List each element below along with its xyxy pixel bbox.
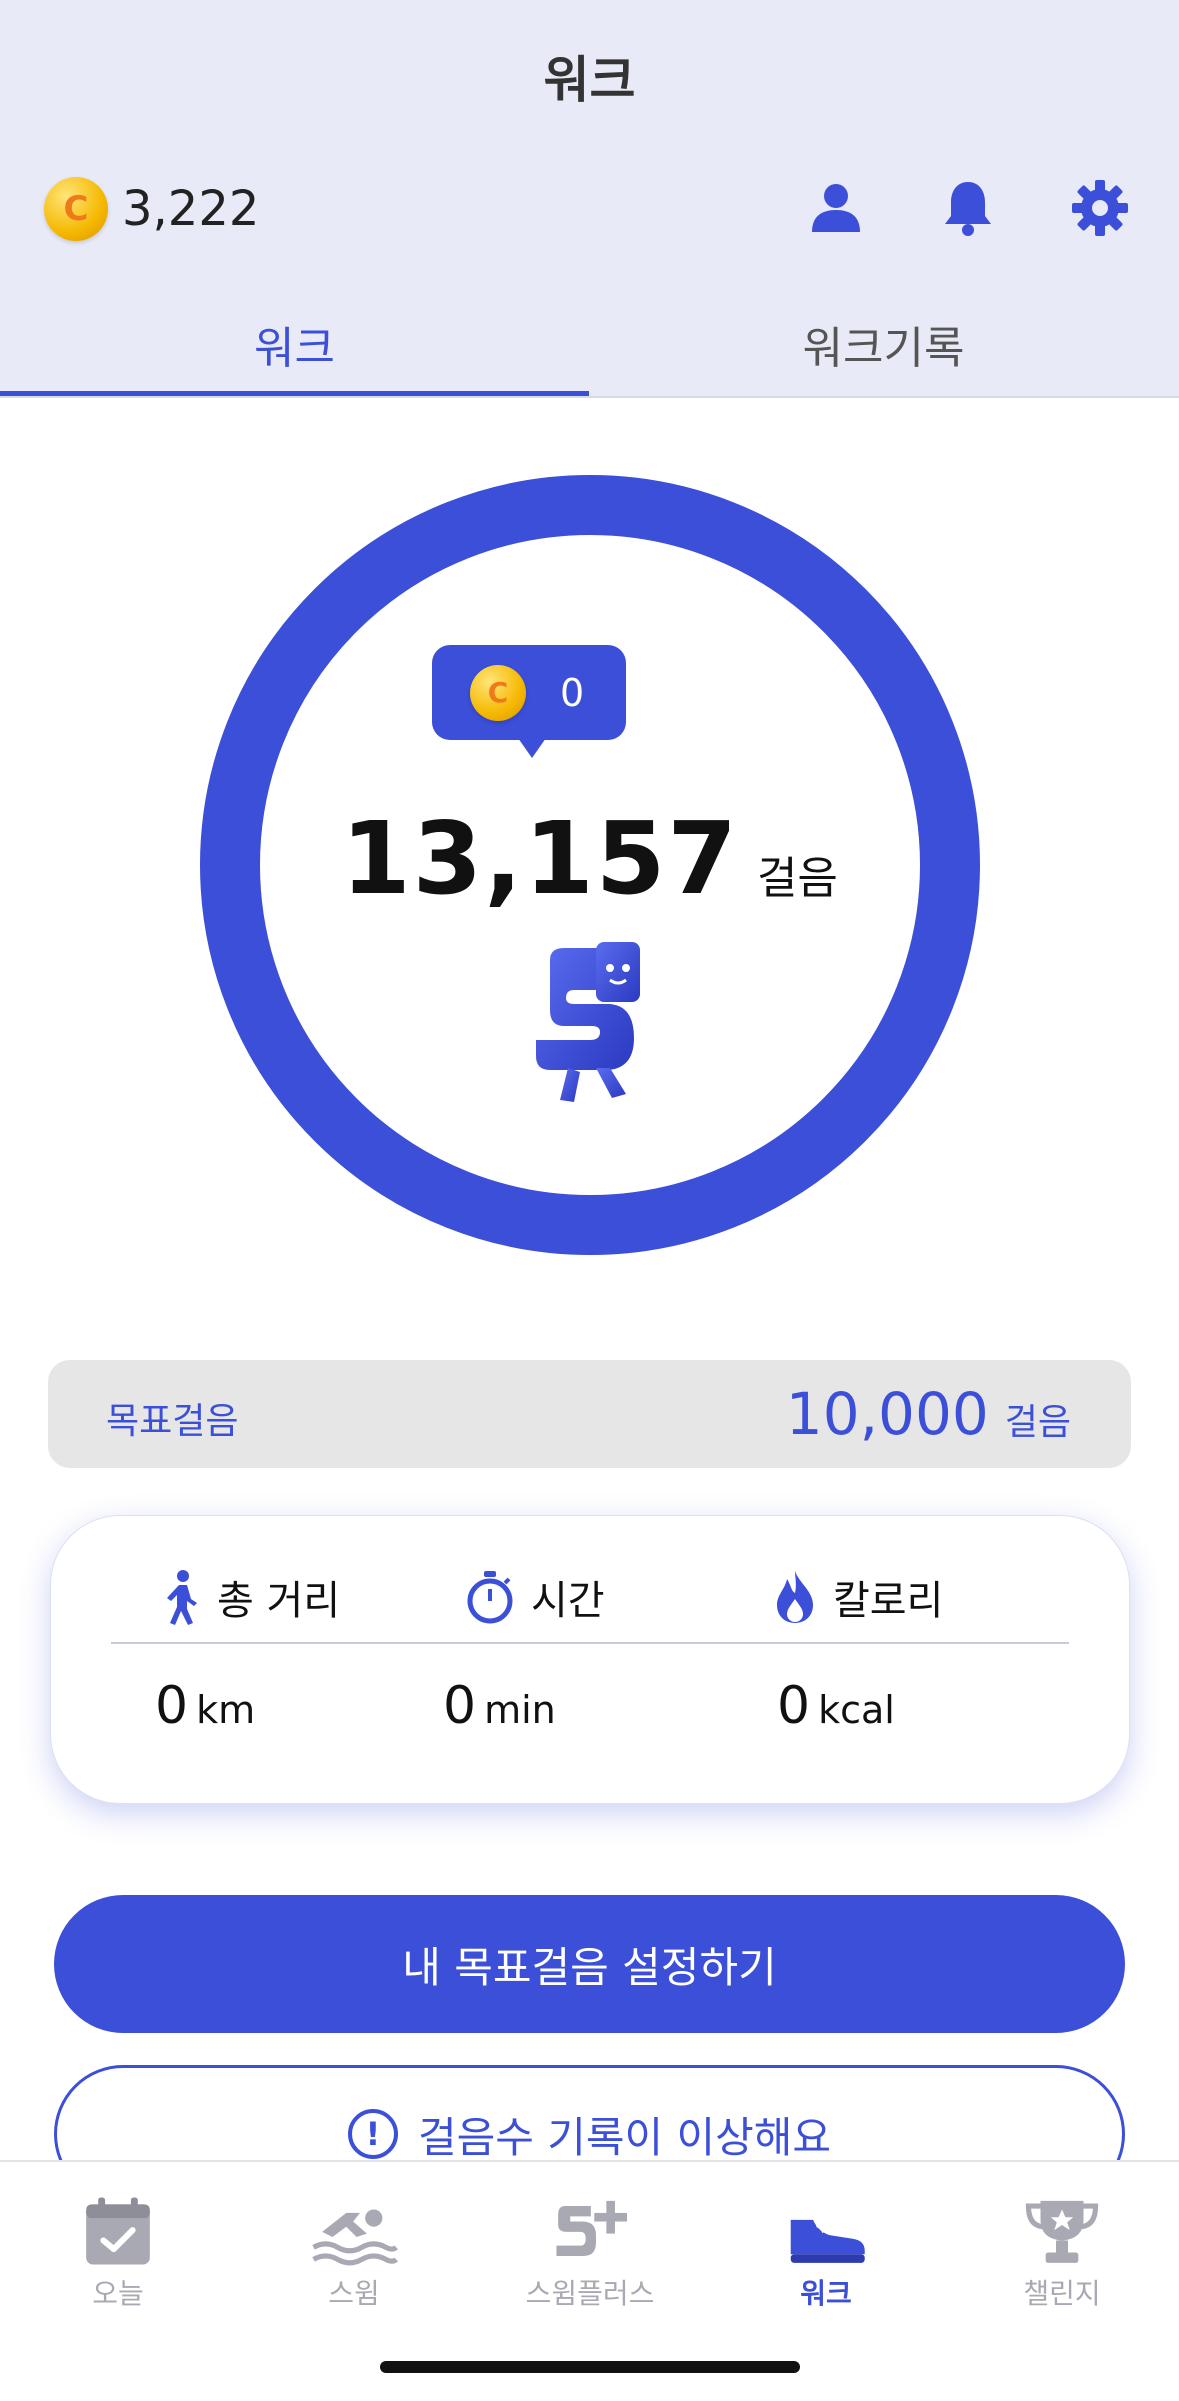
- mascot-character-icon: [536, 942, 640, 1102]
- nav-item-today[interactable]: 오늘: [0, 2162, 236, 2312]
- distance-unit: km: [196, 1688, 256, 1732]
- nav-label-today: 오늘: [92, 2277, 144, 2310]
- goal-unit: 걸음: [1004, 1402, 1071, 1443]
- stat-time-label: 시간: [531, 1578, 605, 1624]
- coin-balance-amount: 3,222: [122, 181, 260, 237]
- stat-calories-header: 칼로리: [773, 1568, 943, 1626]
- nav-item-swim-plus[interactable]: 스윔플러스: [472, 2162, 708, 2312]
- stat-distance-label: 총 거리: [217, 1578, 341, 1624]
- stat-time-value: 0 min: [443, 1676, 556, 1736]
- coin-balance[interactable]: 3,222: [44, 174, 259, 244]
- tab-walk-history-label: 워크기록: [802, 322, 965, 374]
- s-plus-icon: [556, 2200, 627, 2256]
- nav-item-challenge[interactable]: 챌린지: [944, 2162, 1179, 2312]
- tab-walk-history[interactable]: 워크기록: [589, 290, 1178, 397]
- walk-icon: [167, 1570, 197, 1625]
- tab-walk-label: 워크: [254, 322, 335, 374]
- coin-icon: [44, 177, 108, 241]
- earned-coins-bubble: 0: [432, 645, 626, 758]
- header: 워크 3,222: [0, 0, 1179, 397]
- exclamation-icon: !: [347, 2109, 398, 2159]
- goal-value: 10,000: [785, 1380, 989, 1448]
- steps-count: 13,157 걸음: [0, 800, 1179, 917]
- swimmer-icon: [312, 2209, 398, 2266]
- nav-label-swim-plus: 스윔플러스: [525, 2277, 655, 2310]
- flame-icon: [777, 1571, 813, 1623]
- goal-value-group: 10,000 걸음: [786, 1380, 1071, 1448]
- time-value: 0: [443, 1676, 477, 1736]
- calendar-check-icon: [86, 2197, 150, 2265]
- stats-divider: [111, 1642, 1069, 1644]
- nav-item-walk[interactable]: 워크: [708, 2162, 944, 2312]
- distance-value: 0: [155, 1676, 189, 1736]
- profile-icon[interactable]: [804, 176, 868, 240]
- stat-distance-value: 0 km: [155, 1676, 255, 1736]
- nav-label-walk: 워크: [800, 2277, 852, 2310]
- stat-time-header: 시간: [465, 1568, 605, 1626]
- time-unit: min: [484, 1688, 556, 1732]
- stopwatch-icon: [467, 1571, 513, 1624]
- stat-distance-header: 총 거리: [161, 1568, 340, 1626]
- goal-steps-bar: 목표걸음 10,000 걸음: [48, 1360, 1131, 1468]
- tab-walk[interactable]: 워크: [0, 290, 589, 397]
- calories-unit: kcal: [818, 1688, 895, 1732]
- steps-unit: 걸음: [756, 853, 838, 904]
- nav-item-swim[interactable]: 스윔: [236, 2162, 472, 2312]
- shoe-icon: [790, 2219, 865, 2263]
- page-title: 워크: [543, 51, 636, 109]
- walk-screen: 워크 3,222: [0, 0, 1179, 2401]
- goal-label: 목표걸음: [106, 1401, 239, 1442]
- tab-bar: 워크 워크기록: [0, 290, 1179, 397]
- nav-label-challenge: 챌린지: [1023, 2277, 1101, 2310]
- header-divider: [0, 396, 1179, 398]
- earned-coins-value: 0: [560, 670, 585, 715]
- nav-label-swim: 스윔: [328, 2277, 380, 2310]
- calories-value: 0: [777, 1676, 811, 1736]
- bell-icon[interactable]: [936, 176, 1000, 240]
- set-goal-button[interactable]: 내 목표걸음 설정하기: [54, 1895, 1125, 2033]
- stat-calories-label: 칼로리: [833, 1578, 944, 1624]
- stats-card: 총 거리 시간 칼로리 0 km 0 min 0 kcal: [50, 1515, 1130, 1804]
- trophy-icon: [1025, 2200, 1099, 2263]
- home-indicator: [380, 2361, 800, 2373]
- gear-icon[interactable]: [1068, 176, 1132, 240]
- stat-calories-value: 0 kcal: [777, 1676, 895, 1736]
- coin-icon: [470, 664, 526, 721]
- steps-value: 13,157: [341, 800, 739, 917]
- report-steps-issue-label: 걸음수 기록이 이상해요: [417, 2112, 832, 2162]
